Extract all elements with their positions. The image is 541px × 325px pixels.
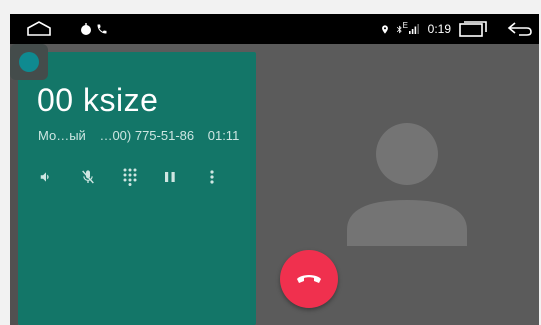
end-call-button[interactable] [280, 250, 338, 308]
floating-bubble-button[interactable] [10, 44, 48, 80]
caller-location: Мо…ый [38, 128, 86, 143]
end-call-icon [297, 275, 321, 283]
hold-icon [165, 172, 175, 182]
caller-number: …00) 775-51-86 [99, 128, 195, 143]
phone-icon [96, 14, 108, 44]
clock-time: 0:19 [427, 22, 451, 36]
caller-name: 00 ksize [37, 82, 159, 118]
back-button[interactable] [507, 14, 533, 44]
location-icon [380, 14, 390, 44]
call-controls [30, 166, 230, 188]
contact-avatar-icon [346, 122, 472, 246]
screen: E 0:19 00 ksize Мо…ый …00) 775-51-86 01:… [10, 14, 539, 325]
recents-button[interactable] [459, 14, 487, 44]
caller-details: Мо…ый …00) 775-51-86 01:11 [38, 128, 249, 143]
speaker-icon [40, 172, 49, 182]
call-duration: 01:11 [207, 128, 240, 143]
mute-button[interactable] [76, 166, 100, 188]
signal-label: E [402, 20, 408, 30]
hold-button[interactable] [158, 166, 182, 188]
bubble-icon [19, 52, 39, 72]
notification-dot-icon [80, 14, 92, 44]
left-strip [10, 44, 18, 325]
more-icon [210, 170, 214, 184]
home-button[interactable] [26, 14, 52, 44]
speaker-button[interactable] [34, 166, 58, 188]
dialpad-icon [123, 168, 137, 186]
status-bar: E 0:19 [10, 14, 539, 44]
recents-icon [459, 21, 487, 37]
more-options-button[interactable] [200, 166, 224, 188]
dialpad-button[interactable] [118, 166, 142, 188]
back-icon [507, 22, 532, 36]
signal-icon: E [403, 14, 419, 44]
home-icon [27, 21, 51, 36]
mute-icon [82, 170, 94, 184]
call-card: 00 ksize Мо…ый …00) 775-51-86 01:11 [18, 52, 256, 325]
